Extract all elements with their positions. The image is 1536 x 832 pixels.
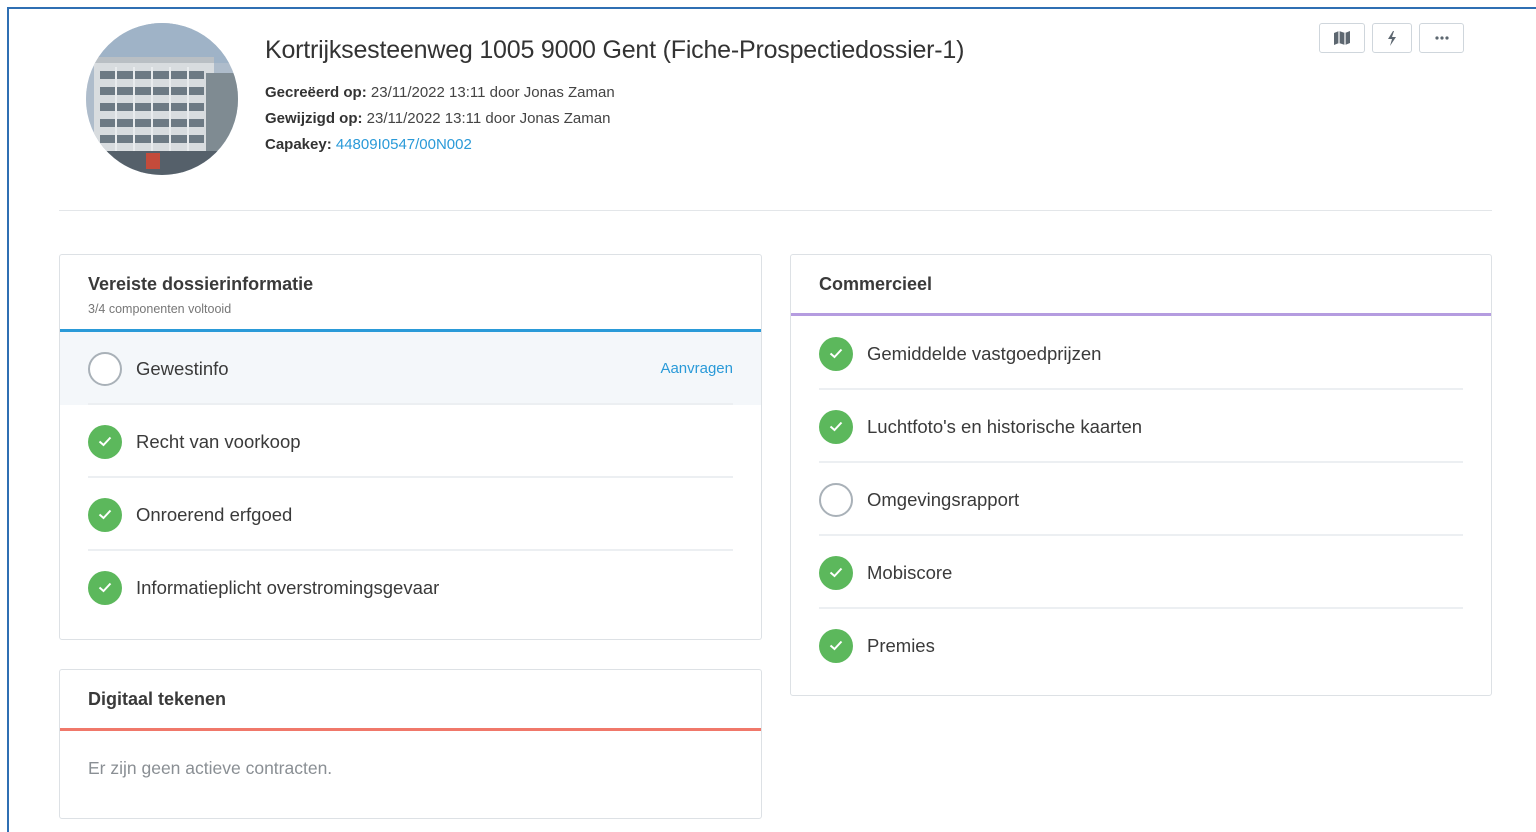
item-label: Onroerend erfgoed xyxy=(136,503,293,525)
commercial-card: Commercieel Gemiddelde vastgoedprijzen L… xyxy=(790,254,1492,696)
bolt-icon xyxy=(1388,30,1396,46)
item-label: Recht van voorkoop xyxy=(136,430,301,452)
list-item[interactable]: Gewestinfo Aanvragen xyxy=(60,332,761,405)
check-icon xyxy=(819,555,853,590)
created-label: Gecreëerd op: xyxy=(265,84,367,101)
modified-info: Gewijzigd op: 23/11/2022 13:11 door Jona… xyxy=(265,110,610,127)
request-button[interactable]: Aanvragen xyxy=(660,360,733,377)
list-item[interactable]: Gemiddelde vastgoedprijzen xyxy=(791,317,1491,390)
list-item[interactable]: Omgevingsrapport xyxy=(791,463,1491,536)
map-icon xyxy=(1334,31,1350,45)
empty-state-text: Er zijn geen actieve contracten. xyxy=(88,758,333,778)
list-item[interactable]: Recht van voorkoop xyxy=(60,405,761,478)
item-label: Luchtfoto's en historische kaarten xyxy=(867,415,1143,437)
more-button[interactable] xyxy=(1419,23,1464,53)
item-label: Gemiddelde vastgoedprijzen xyxy=(867,342,1102,364)
digital-signing-card: Digitaal tekenen Er zijn geen actieve co… xyxy=(59,669,762,819)
modified-value: 23/11/2022 13:11 door Jonas Zaman xyxy=(366,110,611,127)
modified-label: Gewijzigd op: xyxy=(265,110,363,127)
pending-icon xyxy=(88,351,122,386)
item-label: Omgevingsrapport xyxy=(867,488,1020,510)
property-photo xyxy=(86,23,238,175)
item-label: Premies xyxy=(867,634,935,656)
map-button[interactable] xyxy=(1319,23,1365,53)
check-icon xyxy=(88,497,122,532)
capakey-label: Capakey: xyxy=(265,136,332,153)
item-label: Mobiscore xyxy=(867,561,953,583)
actions-button[interactable] xyxy=(1372,23,1412,53)
capakey-link[interactable]: 44809I0547/00N002 xyxy=(336,136,472,153)
list-item[interactable]: Onroerend erfgoed xyxy=(60,478,761,551)
item-label: Informatieplicht overstromingsgevaar xyxy=(136,576,440,598)
card-accent-bar xyxy=(60,728,761,731)
card-accent-bar xyxy=(791,313,1491,316)
list-item[interactable]: Premies xyxy=(791,609,1491,682)
item-label: Gewestinfo xyxy=(136,357,229,379)
card-subtitle: 3/4 componenten voltooid xyxy=(88,302,232,316)
check-icon xyxy=(819,336,853,371)
check-icon xyxy=(88,570,122,605)
page-title: Kortrijksesteenweg 1005 9000 Gent (Fiche… xyxy=(265,36,965,64)
created-info: Gecreëerd op: 23/11/2022 13:11 door Jona… xyxy=(265,84,615,101)
more-icon xyxy=(1434,36,1449,40)
required-info-card: Vereiste dossierinformatie 3/4 component… xyxy=(59,254,762,640)
created-value: 23/11/2022 13:11 door Jonas Zaman xyxy=(370,84,615,101)
check-icon xyxy=(88,424,122,459)
capakey-info: Capakey: 44809I0547/00N002 xyxy=(265,136,472,153)
pending-icon xyxy=(819,482,853,517)
list-item[interactable]: Luchtfoto's en historische kaarten xyxy=(791,390,1491,463)
check-icon xyxy=(819,628,853,663)
card-title: Digitaal tekenen xyxy=(88,689,227,709)
list-item[interactable]: Mobiscore xyxy=(791,536,1491,609)
list-item[interactable]: Informatieplicht overstromingsgevaar xyxy=(60,551,761,624)
card-title: Commercieel xyxy=(819,274,933,294)
check-icon xyxy=(819,409,853,444)
header-divider xyxy=(59,210,1492,211)
card-title: Vereiste dossierinformatie xyxy=(88,274,314,294)
